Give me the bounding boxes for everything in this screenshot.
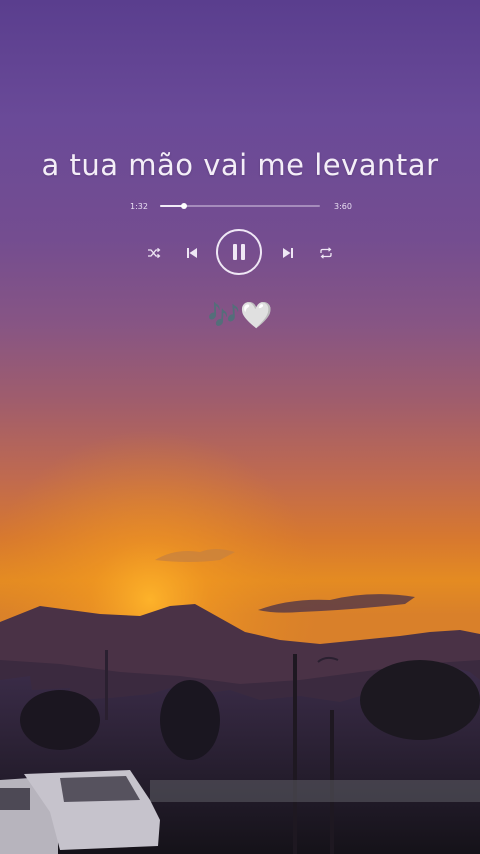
repeat-icon <box>320 247 332 259</box>
progress-bar[interactable] <box>160 203 320 209</box>
shuffle-icon <box>148 247 161 259</box>
car-window <box>60 776 140 802</box>
music-notes-heart-emoji: 🎶🤍 <box>207 301 273 331</box>
previous-icon <box>187 248 197 258</box>
sunset-background <box>0 400 480 854</box>
tree <box>20 690 100 750</box>
pause-button[interactable] <box>216 229 262 275</box>
pole <box>293 654 297 854</box>
car-window <box>0 788 30 810</box>
next-button[interactable] <box>279 245 297 261</box>
repeat-button[interactable] <box>317 245 335 261</box>
pause-icon <box>233 244 245 260</box>
current-time: 1:32 <box>130 202 148 211</box>
emoji-caption: 🎶🤍 <box>0 300 480 332</box>
tree <box>360 660 480 740</box>
progress-knob[interactable] <box>181 203 187 209</box>
pole <box>105 650 108 720</box>
previous-button[interactable] <box>183 245 201 261</box>
shuffle-button[interactable] <box>145 245 163 261</box>
next-icon <box>283 248 293 258</box>
wall <box>150 780 480 802</box>
total-time: 3:60 <box>334 202 352 211</box>
tree <box>160 680 220 760</box>
song-lyric: a tua mão vai me levantar <box>41 148 439 182</box>
